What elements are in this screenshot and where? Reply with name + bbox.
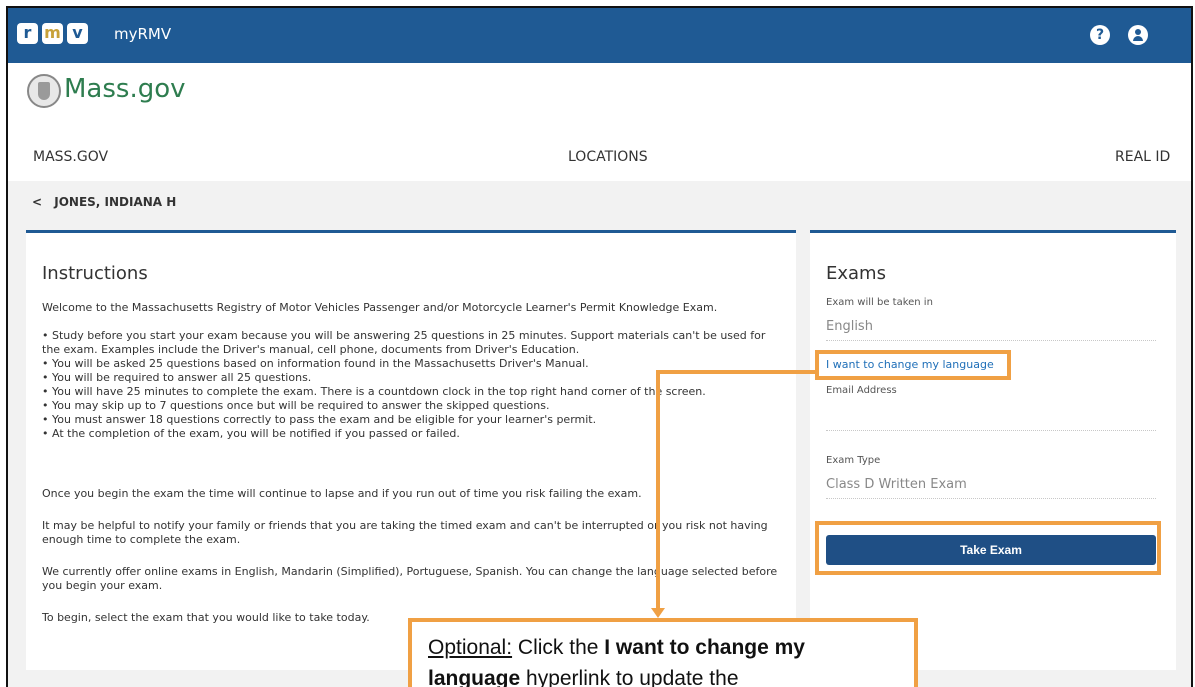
chevron-left-icon: < xyxy=(32,195,43,209)
bullet-skip: • You may skip up to 7 questions once bu… xyxy=(42,399,550,412)
bullet-completion: • At the completion of the exam, you wil… xyxy=(42,427,460,440)
callout-text-2: hyperlink to update the xyxy=(520,667,739,687)
exam-type-field[interactable]: Class D Written Exam xyxy=(826,477,1156,499)
annotation-arrow-icon xyxy=(651,608,665,618)
welcome-text: Welcome to the Massachusetts Registry of… xyxy=(42,301,718,314)
logo-letter-r: r xyxy=(17,23,38,44)
user-account-icon[interactable] xyxy=(1128,25,1148,45)
logo-letter-v: v xyxy=(67,23,88,44)
breadcrumb[interactable]: < JONES, INDIANA H xyxy=(32,195,176,209)
instructions-title: Instructions xyxy=(42,263,148,284)
exams-title: Exams xyxy=(826,263,886,284)
mass-seal-icon xyxy=(27,74,61,108)
exam-type-label: Exam Type xyxy=(826,455,881,466)
callout-text-1: Click the xyxy=(512,636,605,659)
help-icon[interactable]: ? xyxy=(1090,25,1110,45)
notify-text: It may be helpful to notify your family … xyxy=(42,519,768,546)
nav-real-id[interactable]: REAL ID xyxy=(1115,149,1170,165)
time-warning-text: Once you begin the exam the time will co… xyxy=(42,487,642,500)
exams-panel: Exams Exam will be taken in English I wa… xyxy=(810,230,1176,670)
email-label: Email Address xyxy=(826,385,897,396)
logo-letter-m: m xyxy=(42,23,63,44)
bullet-countdown: • You will have 25 minutes to complete t… xyxy=(42,385,706,398)
email-field[interactable] xyxy=(826,409,1156,431)
mass-gov-brand[interactable]: Mass.gov xyxy=(64,74,186,104)
languages-text: We currently offer online exams in Engli… xyxy=(42,565,778,592)
language-field[interactable]: English xyxy=(826,319,1156,341)
bullet-questions: • You will be asked 25 questions based o… xyxy=(42,357,589,370)
nav-locations[interactable]: LOCATIONS xyxy=(568,149,648,165)
customer-name: JONES, INDIANA H xyxy=(54,195,177,209)
top-bar: r m v myRMV ? xyxy=(8,8,1191,63)
instruction-bullets: • Study before you start your exam becau… xyxy=(42,329,782,441)
language-label: Exam will be taken in xyxy=(826,297,933,308)
rmv-logo[interactable]: r m v xyxy=(17,23,88,44)
instructions-panel: Instructions Welcome to the Massachusett… xyxy=(26,230,796,670)
callout-bold-1: I want to c xyxy=(604,636,707,659)
link-highlight-box xyxy=(815,350,1011,380)
bullet-study: • Study before you start your exam becau… xyxy=(42,329,766,356)
nav-mass-gov[interactable]: MASS.GOV xyxy=(33,149,108,165)
annotation-connector xyxy=(656,372,660,612)
callout-optional: Optional: xyxy=(428,636,513,659)
app-window: r m v myRMV ? Mass.gov MASS.GOV LOCATION… xyxy=(6,6,1193,687)
app-name: myRMV xyxy=(114,25,172,43)
button-highlight-box xyxy=(815,521,1161,575)
annotation-callout: Optional: Click the I want to change my … xyxy=(408,618,918,687)
bullet-pass: • You must answer 18 questions correctly… xyxy=(42,413,597,426)
annotation-connector-horizontal xyxy=(656,370,816,374)
